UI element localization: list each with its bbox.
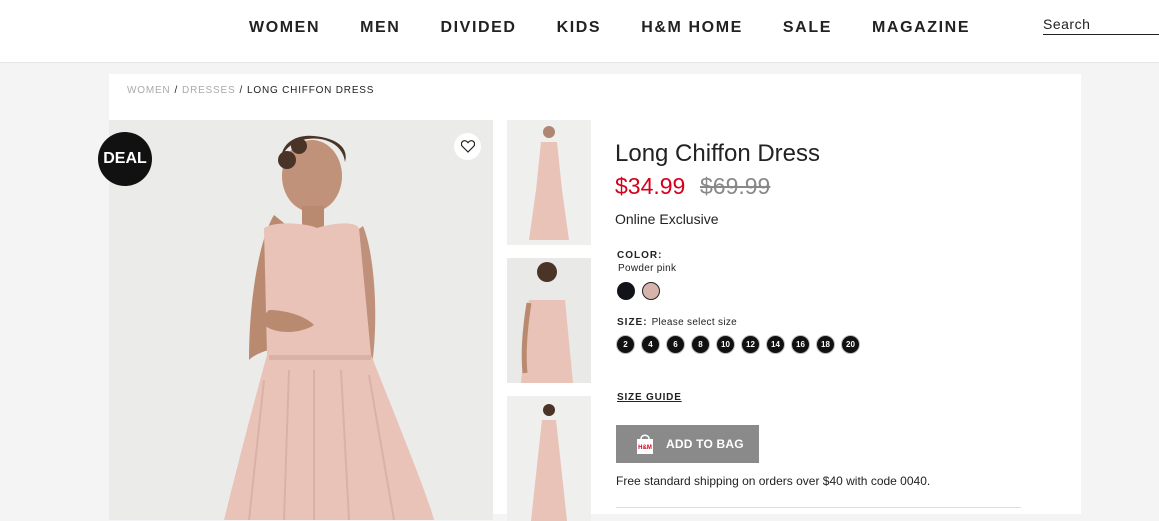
breadcrumb-separator: /: [174, 85, 179, 96]
nav-women[interactable]: WOMEN: [249, 19, 320, 37]
breadcrumb-current: LONG CHIFFON DRESS: [247, 85, 375, 96]
product-page: WOMEN / DRESSES / LONG CHIFFON DRESS DEAL: [98, 74, 1081, 521]
nav-divided[interactable]: DIVIDED: [440, 19, 516, 37]
thumbnail-back[interactable]: [507, 258, 591, 383]
shopping-bag-icon: H&M: [637, 434, 653, 454]
size-hint: Please select size: [651, 317, 738, 328]
nav-kids[interactable]: KIDS: [557, 19, 602, 37]
color-swatch-black[interactable]: [617, 282, 635, 300]
model-illustration: [109, 120, 493, 520]
size-option-10[interactable]: 10: [716, 335, 735, 354]
nav-men[interactable]: MEN: [360, 19, 400, 37]
color-label: COLOR:: [617, 250, 663, 261]
nav-hm-home[interactable]: H&M HOME: [641, 19, 743, 37]
nav-sale[interactable]: SALE: [783, 19, 832, 37]
online-exclusive-label: Online Exclusive: [615, 211, 719, 227]
size-option-20[interactable]: 20: [841, 335, 860, 354]
breadcrumb-dresses[interactable]: DRESSES: [182, 85, 235, 96]
add-to-bag-button[interactable]: H&M ADD TO BAG: [616, 425, 759, 463]
size-option-18[interactable]: 18: [816, 335, 835, 354]
size-label-text: SIZE:: [617, 317, 648, 328]
size-option-6[interactable]: 6: [666, 335, 685, 354]
size-option-16[interactable]: 16: [791, 335, 810, 354]
size-option-8[interactable]: 8: [691, 335, 710, 354]
favorite-button[interactable]: [454, 133, 481, 160]
add-to-bag-label: ADD TO BAG: [666, 437, 744, 451]
size-option-4[interactable]: 4: [641, 335, 660, 354]
thumbnail-front[interactable]: [507, 120, 591, 245]
top-navigation-bar: WOMEN MEN DIVIDED KIDS H&M HOME SALE MAG…: [0, 0, 1159, 63]
deal-badge: DEAL: [98, 132, 152, 186]
search-input[interactable]: [1043, 14, 1159, 35]
size-option-14[interactable]: 14: [766, 335, 785, 354]
size-selector: 2 4 6 8 10 12 14 16 18 20: [616, 335, 866, 354]
product-main-image[interactable]: [109, 120, 493, 520]
color-swatch-powder-pink[interactable]: [642, 282, 660, 300]
divider: [616, 507, 1021, 508]
thumbnail-image: [507, 258, 591, 383]
breadcrumb-women[interactable]: WOMEN: [127, 85, 170, 96]
bag-icon-logo: H&M: [638, 445, 652, 451]
breadcrumb: WOMEN / DRESSES / LONG CHIFFON DRESS: [127, 85, 374, 96]
nav-magazine[interactable]: MAGAZINE: [872, 19, 970, 37]
shipping-info: Free standard shipping on orders over $4…: [616, 474, 931, 488]
size-option-12[interactable]: 12: [741, 335, 760, 354]
main-nav: WOMEN MEN DIVIDED KIDS H&M HOME SALE MAG…: [249, 19, 1010, 37]
color-value: Powder pink: [618, 263, 677, 274]
thumbnail-image: [507, 396, 591, 521]
heart-icon: [460, 140, 475, 153]
breadcrumb-separator: /: [239, 85, 244, 96]
sale-price: $34.99: [615, 173, 686, 199]
size-guide-link[interactable]: SIZE GUIDE: [617, 392, 682, 403]
thumbnail-full[interactable]: [507, 396, 591, 521]
size-label: SIZE: Please select size: [617, 317, 737, 328]
original-price: $69.99: [700, 173, 771, 199]
product-title: Long Chiffon Dress: [615, 140, 821, 167]
size-option-2[interactable]: 2: [616, 335, 635, 354]
thumbnail-image: [507, 120, 591, 245]
